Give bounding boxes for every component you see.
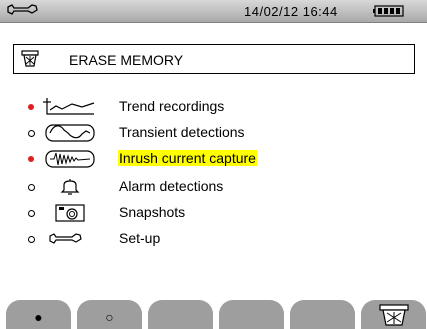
trash-bin-icon (21, 50, 39, 67)
item-label: Set-up (119, 230, 161, 246)
list-item-alarm-detections[interactable]: Alarm detections (28, 176, 408, 200)
unselected-bullet (28, 184, 35, 191)
item-label-highlighted: Inrush current capture (118, 150, 257, 166)
trash-bin-icon (379, 304, 409, 326)
list-item-trend-recordings[interactable]: Trend recordings (28, 96, 408, 120)
unselected-bullet (28, 210, 35, 217)
inrush-wave-icon (45, 150, 95, 168)
softkey-select-all[interactable]: ● (6, 300, 71, 329)
filled-circle-icon: ● (34, 309, 43, 325)
softkey-4[interactable] (219, 300, 284, 329)
softkey-deselect-all[interactable]: ○ (77, 300, 142, 329)
empty-circle-icon: ○ (105, 309, 114, 325)
item-label: Trend recordings (119, 98, 225, 114)
selected-bullet (28, 104, 34, 110)
date-time: 14/02/12 16:44 (244, 4, 338, 19)
unselected-bullet (28, 236, 35, 243)
item-label: Alarm detections (119, 178, 224, 194)
item-label: Transient detections (119, 124, 245, 140)
selected-bullet (28, 156, 34, 162)
status-bar: 14/02/12 16:44 (0, 0, 427, 23)
list-item-snapshots[interactable]: Snapshots (28, 202, 408, 226)
page-title: ERASE MEMORY (69, 52, 184, 68)
list-item-inrush-current-capture[interactable]: Inrush current capture (28, 148, 408, 172)
trend-graph-icon (43, 98, 95, 115)
softkey-bar: ● ○ (0, 300, 427, 329)
softkey-3[interactable] (148, 300, 213, 329)
bell-icon (60, 179, 80, 195)
battery-icon (373, 5, 404, 17)
item-label: Snapshots (119, 204, 186, 220)
transient-wave-icon (45, 124, 95, 142)
wrench-and-key-icon (7, 4, 38, 15)
softkey-erase[interactable] (361, 300, 426, 329)
camera-icon (55, 204, 85, 222)
screen-header: ERASE MEMORY (13, 44, 415, 74)
unselected-bullet (28, 130, 35, 137)
list-item-transient-detections[interactable]: Transient detections (28, 122, 408, 146)
list-item-set-up[interactable]: Set-up (28, 228, 408, 252)
softkey-5[interactable] (290, 300, 355, 329)
wrench-and-key-icon (49, 233, 82, 244)
